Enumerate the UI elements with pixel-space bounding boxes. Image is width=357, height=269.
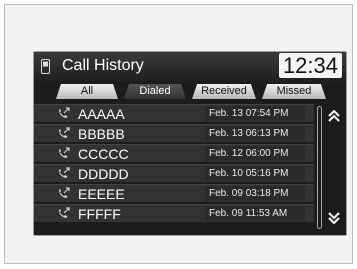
figure-frame: Call History 12:34 All Dialed Received M… — [4, 4, 353, 264]
outgoing-call-icon — [59, 127, 70, 138]
double-chevron-down-icon[interactable] — [327, 212, 341, 224]
phone-icon — [41, 59, 50, 74]
list-item[interactable]: DDDDD Feb. 10 05:16 PM — [34, 164, 314, 182]
filter-tabs: All Dialed Received Missed — [56, 84, 326, 100]
list-item[interactable]: AAAAA Feb. 13 07:54 PM — [34, 104, 314, 122]
list-item[interactable]: BBBBB Feb. 13 06:13 PM — [34, 124, 314, 142]
contact-name: AAAAA — [78, 106, 125, 122]
double-chevron-up-icon[interactable] — [327, 110, 341, 122]
outgoing-call-icon — [59, 147, 70, 158]
call-list: AAAAA Feb. 13 07:54 PM BBBBB Feb. 13 06:… — [34, 104, 314, 224]
call-date: Feb. 09 11:53 AM — [205, 206, 305, 221]
contact-name: BBBBB — [78, 126, 125, 142]
scrollbar[interactable] — [317, 106, 322, 229]
call-history-screen: Call History 12:34 All Dialed Received M… — [33, 51, 347, 236]
outgoing-call-icon — [59, 207, 70, 218]
tab-all[interactable]: All — [56, 84, 118, 99]
outgoing-call-icon — [59, 107, 70, 118]
call-date: Feb. 13 07:54 PM — [205, 106, 305, 121]
header-bar: Call History 12:34 — [34, 52, 346, 82]
tab-dialed[interactable]: Dialed — [124, 84, 186, 99]
call-date: Feb. 10 05:16 PM — [205, 166, 305, 181]
contact-name: FFFFF — [78, 206, 121, 222]
page-title: Call History — [62, 57, 144, 74]
call-date: Feb. 12 06:00 PM — [205, 146, 305, 161]
outgoing-call-icon — [59, 187, 70, 198]
call-date: Feb. 13 06:13 PM — [205, 126, 305, 141]
list-item[interactable]: CCCCC Feb. 12 06:00 PM — [34, 144, 314, 162]
contact-name: EEEEE — [78, 186, 125, 202]
clock: 12:34 — [278, 53, 342, 78]
tab-missed[interactable]: Missed — [262, 84, 326, 99]
list-item[interactable]: EEEEE Feb. 09 03:18 PM — [34, 184, 314, 202]
call-date: Feb. 09 03:18 PM — [205, 186, 305, 201]
contact-name: CCCCC — [78, 146, 129, 162]
list-item[interactable]: FFFFF Feb. 09 11:53 AM — [34, 204, 314, 222]
tab-received[interactable]: Received — [192, 84, 256, 99]
contact-name: DDDDD — [78, 166, 129, 182]
outgoing-call-icon — [59, 167, 70, 178]
